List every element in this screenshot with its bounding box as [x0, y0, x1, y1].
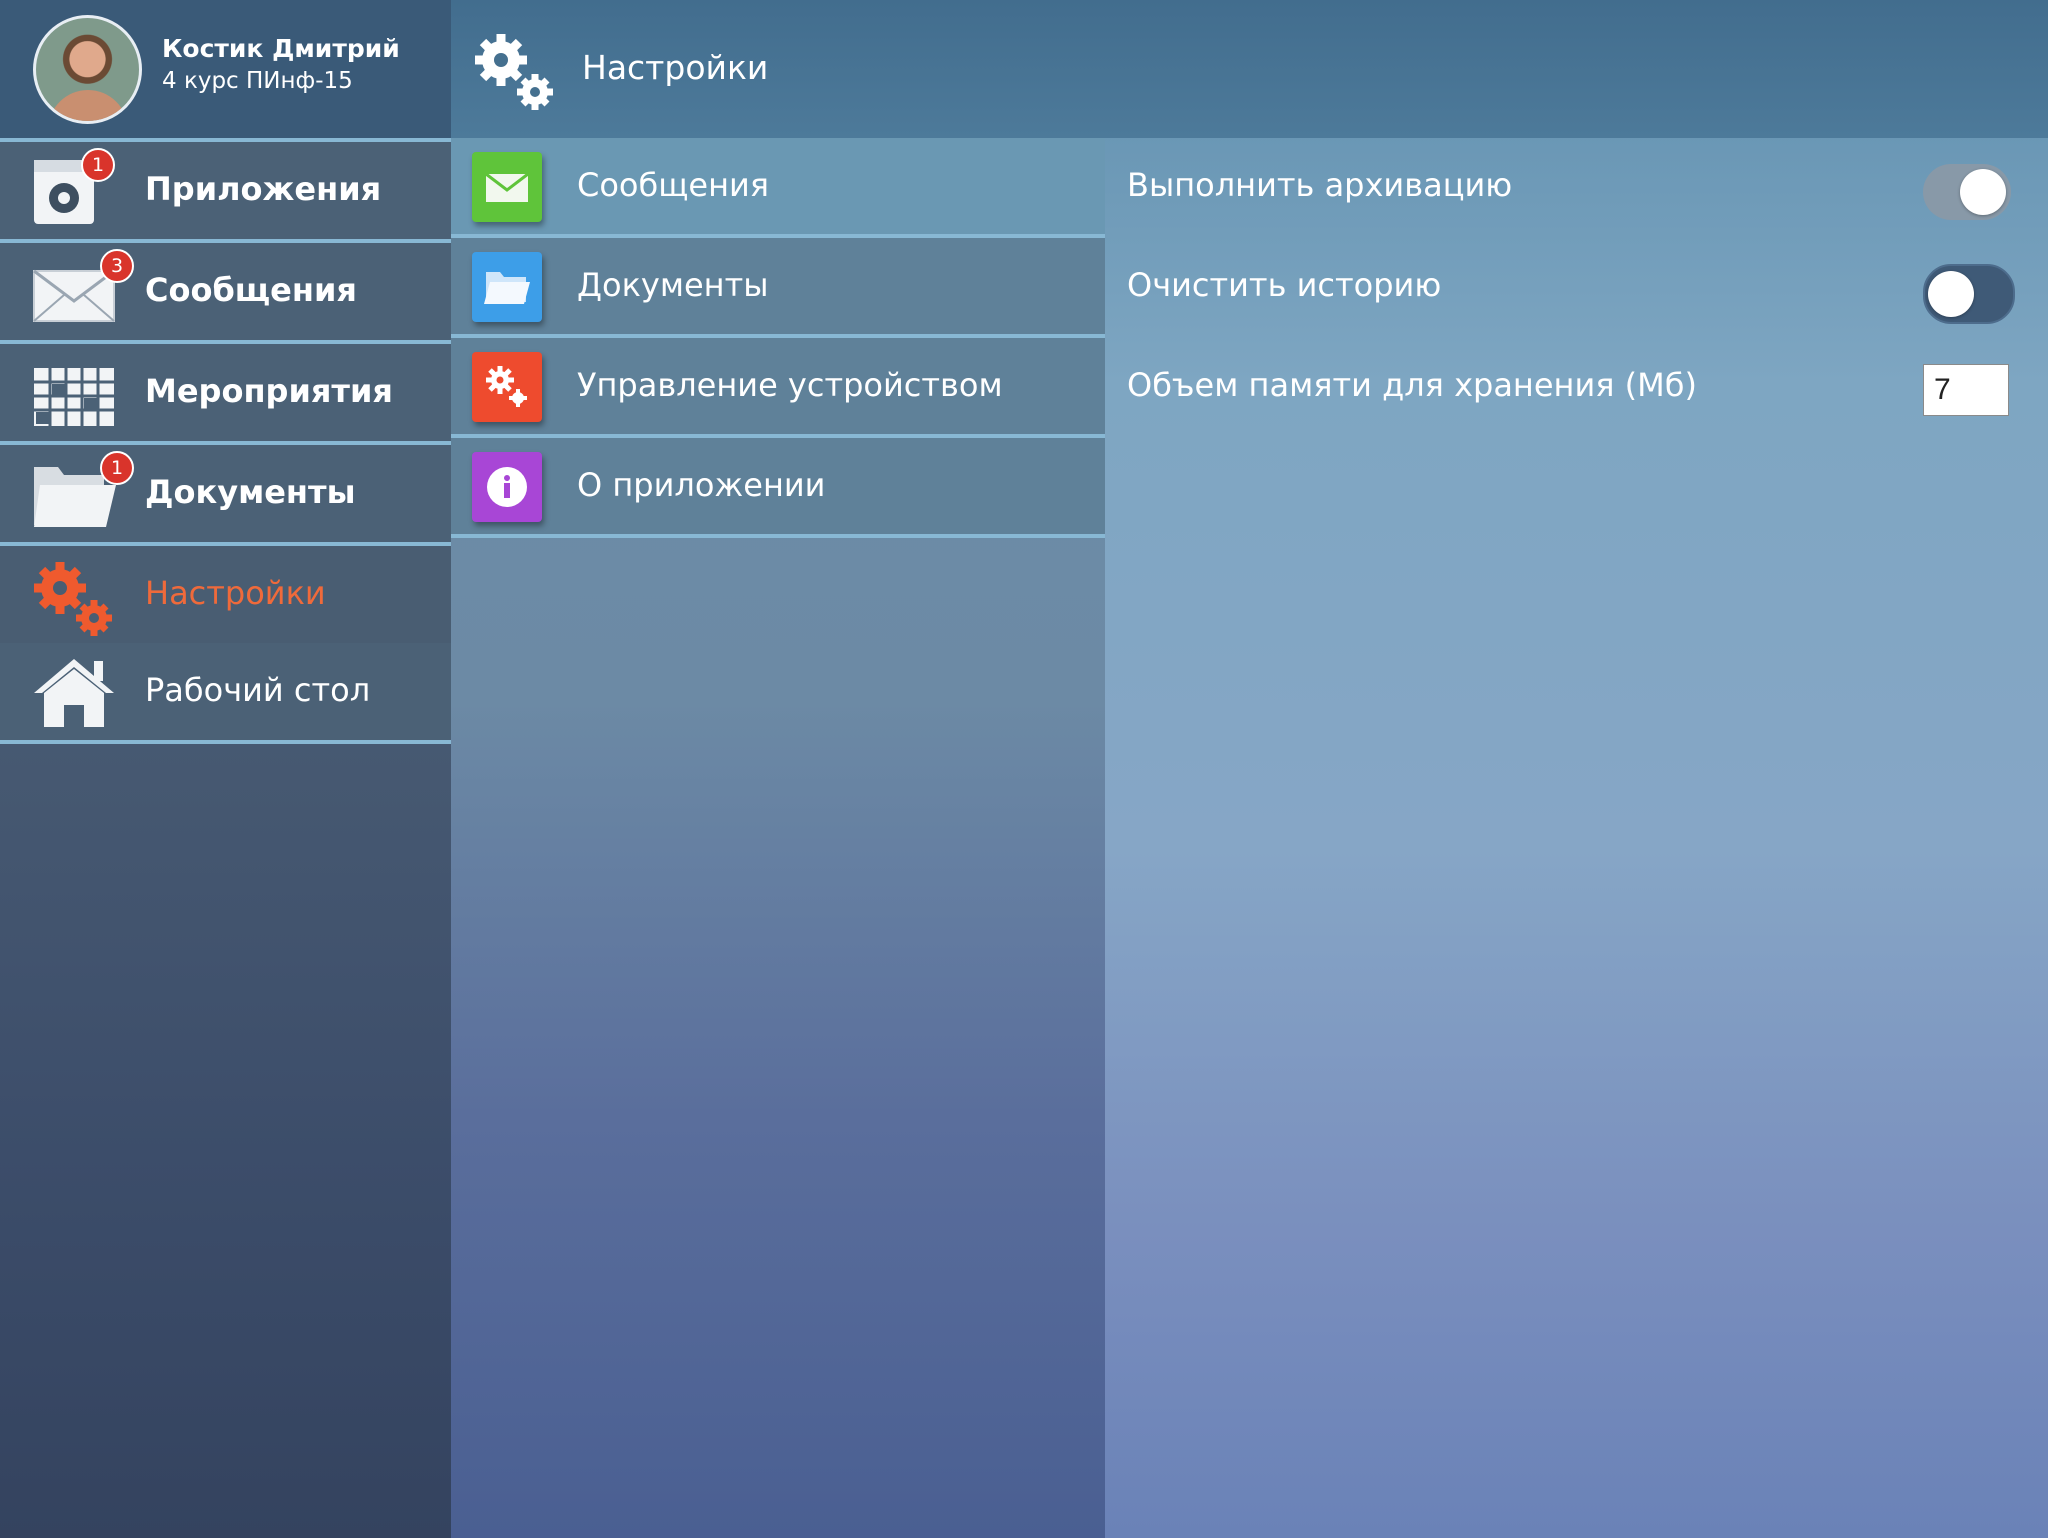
page-header: Настройки [451, 0, 2048, 138]
sidebar-item-documents[interactable]: 1 Документы [0, 445, 451, 546]
calendar-icon [30, 356, 120, 430]
sidebar-item-label: Мероприятия [145, 372, 393, 410]
gears-icon [472, 352, 542, 422]
setting-label: Объем памяти для хранения (Мб) [1127, 366, 1697, 404]
sidebar: Костик Дмитрий 4 курс ПИнф-15 1 Приложен… [0, 0, 451, 1538]
settings-menu: Сообщения Документы Управление устройств… [451, 138, 1105, 1538]
sidebar-item-apps[interactable]: 1 Приложения [0, 142, 451, 243]
info-icon [472, 452, 542, 522]
sidebar-item-events[interactable]: Мероприятия [0, 344, 451, 445]
setting-archive: Выполнить архивацию [1105, 138, 2048, 238]
sidebar-item-desktop[interactable]: Рабочий стол [0, 643, 451, 744]
menu-item-documents[interactable]: Документы [451, 238, 1105, 338]
setting-storage: Объем памяти для хранения (Мб) [1105, 338, 2048, 438]
badge: 1 [81, 148, 115, 182]
setting-label: Выполнить архивацию [1127, 166, 1513, 204]
menu-item-label: Документы [577, 266, 769, 304]
sidebar-item-label: Настройки [145, 574, 326, 612]
folder-icon [472, 252, 542, 322]
profile-header[interactable]: Костик Дмитрий 4 курс ПИнф-15 [0, 0, 451, 142]
badge: 1 [100, 451, 134, 485]
sidebar-item-messages[interactable]: 3 Сообщения [0, 243, 451, 344]
sidebar-item-settings[interactable]: Настройки [0, 546, 451, 647]
clear-history-toggle[interactable] [1923, 264, 2015, 324]
menu-item-label: О приложении [577, 466, 826, 504]
avatar [33, 15, 142, 124]
archive-toggle[interactable] [1923, 164, 2011, 220]
sidebar-item-label: Сообщения [145, 271, 357, 309]
setting-label: Очистить историю [1127, 266, 1442, 304]
gears-icon [30, 558, 120, 636]
page-title: Настройки [582, 48, 769, 87]
menu-item-messages[interactable]: Сообщения [451, 138, 1105, 238]
home-icon [30, 655, 120, 729]
sidebar-item-label: Рабочий стол [145, 671, 371, 709]
profile-subtitle: 4 курс ПИнф-15 [162, 68, 353, 94]
menu-item-label: Сообщения [577, 166, 770, 204]
setting-clear-history: Очистить историю [1105, 238, 2048, 338]
sidebar-item-label: Документы [145, 473, 356, 511]
sidebar-item-label: Приложения [145, 170, 382, 208]
badge: 3 [100, 249, 134, 283]
profile-name: Костик Дмитрий [162, 34, 400, 63]
menu-item-about[interactable]: О приложении [451, 438, 1105, 538]
settings-pane: Выполнить архивацию Очистить историю Объ… [1105, 138, 2048, 1538]
menu-item-device-management[interactable]: Управление устройством [451, 338, 1105, 438]
gears-icon [471, 30, 561, 116]
menu-item-label: Управление устройством [577, 366, 1003, 404]
storage-size-input[interactable] [1923, 364, 2009, 416]
envelope-icon [472, 152, 542, 222]
